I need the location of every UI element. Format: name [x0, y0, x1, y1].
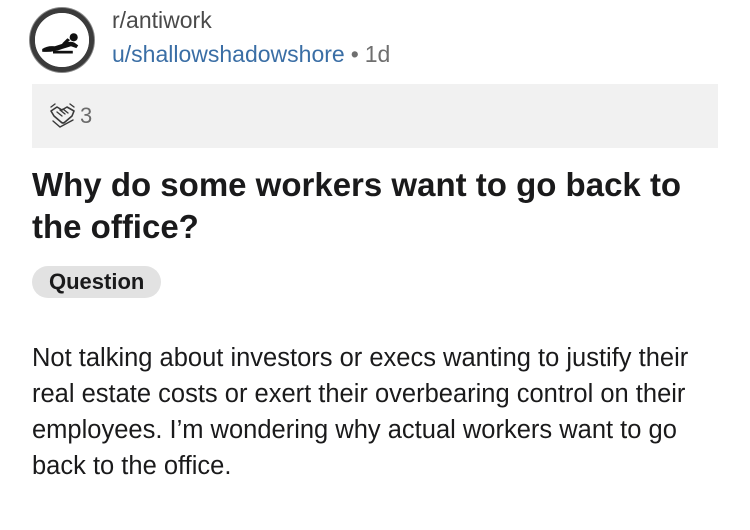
subreddit-avatar[interactable] — [30, 8, 94, 72]
subreddit-name[interactable]: r/antiwork — [112, 6, 212, 34]
award-count: 3 — [80, 103, 93, 128]
meta-separator: • — [350, 41, 359, 67]
post-card: r/antiwork u/shallowshadowshore • 1d 3 Why… — [0, 0, 750, 530]
post-flair[interactable]: Question — [32, 266, 162, 298]
post-title: Why do some workers want to go back to t… — [32, 166, 682, 245]
awards-bar[interactable]: 3 — [32, 84, 718, 148]
post-meta: u/shallowshadowshore • 1d — [112, 40, 390, 68]
post-age: 1d — [364, 41, 391, 67]
reclining-person-icon — [35, 13, 89, 67]
post-body: Not talking about investors or execs wan… — [32, 344, 689, 480]
handshake-award-icon — [50, 103, 75, 128]
author-username[interactable]: u/shallowshadowshore — [112, 41, 345, 67]
